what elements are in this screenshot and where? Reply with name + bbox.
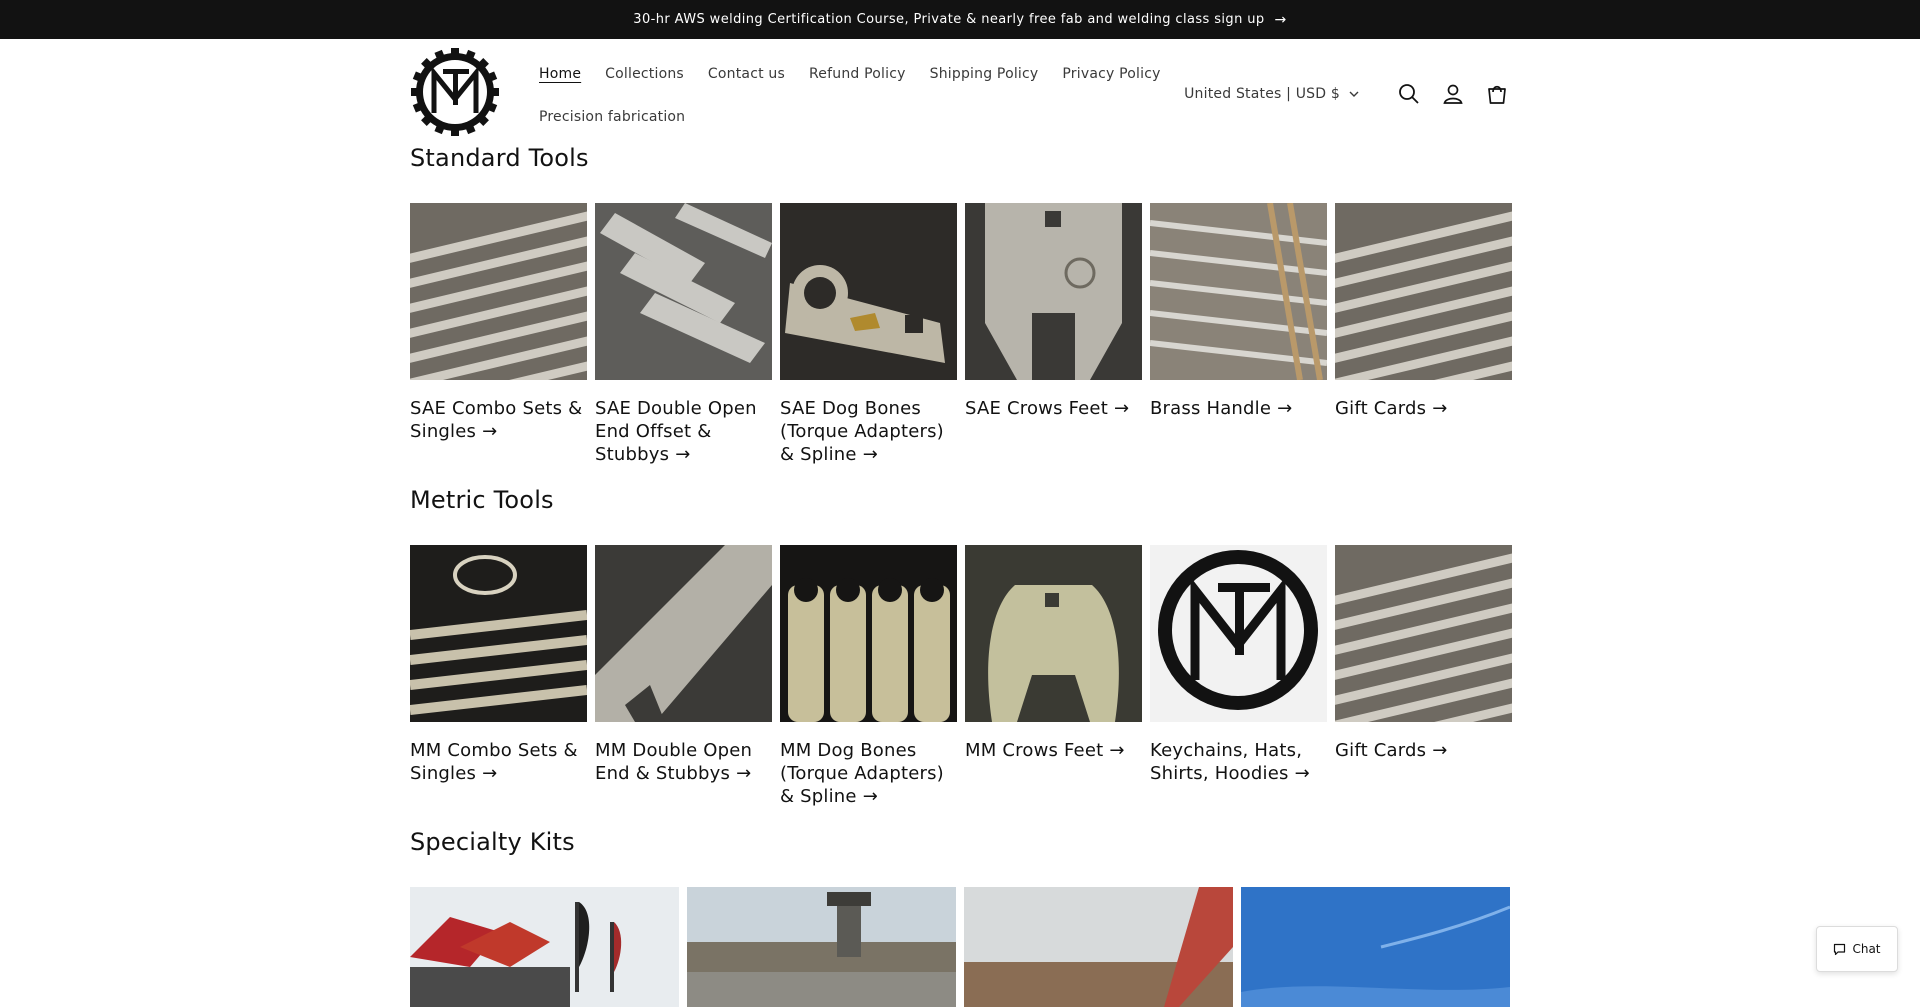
nav-privacy-policy[interactable]: Privacy Policy bbox=[1062, 55, 1160, 98]
collection-card[interactable]: Brass Handle → bbox=[1150, 203, 1327, 466]
collection-card[interactable]: MM Combo Sets & Singles → bbox=[410, 545, 587, 808]
account-icon bbox=[1443, 84, 1463, 104]
arrow-right-icon: → bbox=[862, 786, 878, 807]
nav-collections[interactable]: Collections bbox=[605, 55, 684, 98]
arrow-right-icon: → bbox=[1432, 398, 1448, 419]
nav-home[interactable]: Home bbox=[539, 55, 581, 98]
collection-title[interactable]: MM Double Open End & Stubbys bbox=[595, 740, 752, 784]
arrow-right-icon: → bbox=[482, 421, 498, 442]
arrow-right-icon: → bbox=[1109, 740, 1125, 761]
arrow-right-icon: → bbox=[1113, 398, 1130, 419]
nav-precision-fabrication[interactable]: Precision fabrication bbox=[539, 98, 685, 141]
collection-title[interactable]: Gift Cards bbox=[1335, 398, 1426, 419]
kit-image[interactable] bbox=[687, 887, 956, 1007]
collection-title[interactable]: Brass Handle bbox=[1150, 398, 1271, 419]
collection-image[interactable] bbox=[1335, 203, 1512, 380]
cart-button[interactable] bbox=[1484, 81, 1510, 107]
specialty-kits-section: Specialty Kits bbox=[410, 828, 1510, 1007]
store-logo[interactable] bbox=[410, 47, 500, 137]
collection-card[interactable]: SAE Crows Feet → bbox=[965, 203, 1142, 466]
cart-icon bbox=[1488, 85, 1506, 104]
collection-image[interactable] bbox=[410, 203, 587, 380]
metric-tools-section: Metric Tools MM Combo Sets & Singles → MM… bbox=[410, 486, 1512, 808]
collection-image[interactable] bbox=[780, 545, 957, 722]
collection-title[interactable]: MM Crows Feet bbox=[965, 740, 1103, 761]
arrow-right-icon: → bbox=[482, 763, 498, 784]
arrow-right-icon: → bbox=[1294, 763, 1310, 784]
arrow-right-icon: → bbox=[1274, 11, 1287, 28]
kit-grid bbox=[410, 887, 1510, 1007]
collection-card[interactable]: Gift Cards → bbox=[1335, 203, 1512, 466]
header-tools: United States | USD $ bbox=[1184, 81, 1510, 107]
collection-grid: SAE Combo Sets & Singles → SAE Double Ope… bbox=[410, 203, 1512, 466]
announcement-text[interactable]: 30-hr AWS welding Certification Course, … bbox=[633, 12, 1264, 27]
chevron-down-icon bbox=[1349, 91, 1359, 97]
collection-image[interactable] bbox=[965, 203, 1142, 380]
section-title: Metric Tools bbox=[410, 486, 554, 514]
collection-image[interactable] bbox=[780, 203, 957, 380]
nav-contact-us[interactable]: Contact us bbox=[708, 55, 785, 98]
arrow-right-icon: → bbox=[1277, 398, 1293, 419]
collection-image[interactable] bbox=[410, 545, 587, 722]
account-button[interactable] bbox=[1440, 81, 1466, 107]
arrow-right-icon: → bbox=[1432, 740, 1448, 761]
search-icon bbox=[1399, 84, 1419, 104]
search-button[interactable] bbox=[1396, 81, 1422, 107]
nav-shipping-policy[interactable]: Shipping Policy bbox=[930, 55, 1039, 98]
site-header: Home Collections Contact us Refund Polic… bbox=[0, 39, 1920, 144]
kit-image[interactable] bbox=[964, 887, 1233, 1007]
chat-bubble-icon bbox=[1834, 943, 1846, 955]
collection-title[interactable]: SAE Dog Bones (Torque Adapters) & Spline bbox=[780, 398, 944, 465]
collection-card[interactable]: MM Crows Feet → bbox=[965, 545, 1142, 808]
main-nav: Home Collections Contact us Refund Polic… bbox=[539, 55, 1229, 141]
kit-image[interactable] bbox=[1241, 887, 1510, 1007]
arrow-right-icon: → bbox=[736, 763, 752, 784]
section-title: Standard Tools bbox=[410, 144, 589, 172]
arrow-right-icon: → bbox=[862, 444, 878, 465]
collection-card[interactable]: SAE Dog Bones (Torque Adapters) & Spline… bbox=[780, 203, 957, 466]
collection-image[interactable] bbox=[1150, 545, 1327, 722]
collection-card[interactable]: MM Double Open End & Stubbys → bbox=[595, 545, 772, 808]
collection-image[interactable] bbox=[965, 545, 1142, 722]
announcement-bar[interactable]: 30-hr AWS welding Certification Course, … bbox=[0, 0, 1920, 39]
section-title: Specialty Kits bbox=[410, 828, 575, 856]
collection-title[interactable]: SAE Crows Feet bbox=[965, 398, 1108, 419]
collection-image[interactable] bbox=[1150, 203, 1327, 380]
collection-image[interactable] bbox=[1335, 545, 1512, 722]
collection-image[interactable] bbox=[595, 545, 772, 722]
collection-card[interactable]: Keychains, Hats, Shirts, Hoodies → bbox=[1150, 545, 1327, 808]
locale-label: United States | USD $ bbox=[1184, 86, 1340, 102]
standard-tools-section: Standard Tools SAE Combo Sets & Singles →… bbox=[410, 144, 1512, 466]
collection-title[interactable]: Gift Cards bbox=[1335, 740, 1426, 761]
collection-grid: MM Combo Sets & Singles → MM Double Open … bbox=[410, 545, 1512, 808]
kit-image[interactable] bbox=[410, 887, 679, 1007]
collection-card[interactable]: SAE Double Open End Offset & Stubbys → bbox=[595, 203, 772, 466]
gear-logo-icon bbox=[411, 48, 499, 136]
collection-card[interactable]: MM Dog Bones (Torque Adapters) & Spline → bbox=[780, 545, 957, 808]
collection-title[interactable]: MM Dog Bones (Torque Adapters) & Spline bbox=[780, 740, 944, 807]
collection-card[interactable]: SAE Combo Sets & Singles → bbox=[410, 203, 587, 466]
arrow-right-icon: → bbox=[675, 444, 691, 465]
collection-title[interactable]: Keychains, Hats, Shirts, Hoodies bbox=[1150, 740, 1302, 784]
collection-card[interactable]: Gift Cards → bbox=[1335, 545, 1512, 808]
collection-image[interactable] bbox=[595, 203, 772, 380]
chat-label: Chat bbox=[1852, 942, 1881, 956]
nav-refund-policy[interactable]: Refund Policy bbox=[809, 55, 906, 98]
chat-button[interactable]: Chat bbox=[1816, 926, 1898, 972]
country-currency-selector[interactable]: United States | USD $ bbox=[1184, 86, 1360, 102]
